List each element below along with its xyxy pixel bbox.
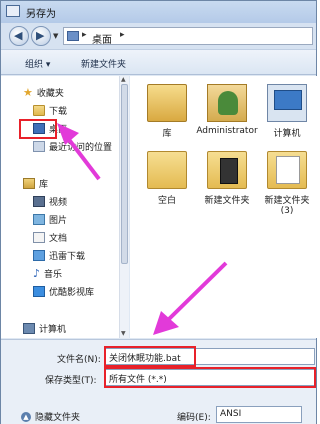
video-icon <box>33 196 45 207</box>
star-icon: ★ <box>23 86 33 99</box>
nav-item-label: 库 <box>39 180 49 190</box>
folder-icon <box>147 151 187 189</box>
organize-button[interactable]: 组织 ▾ <box>25 57 50 70</box>
computer-icon <box>267 84 307 122</box>
document-icon <box>33 232 45 243</box>
nav-item-label: 计算机 <box>39 325 67 335</box>
window-title: 另存为 <box>26 9 56 20</box>
filename-label: 文件名(N): <box>57 355 101 365</box>
nav-scrollbar[interactable]: ▲ ▼ <box>119 76 129 338</box>
nav-item-thunder-downloads[interactable]: 迅雷下载 <box>33 248 85 263</box>
file-label: Administrator <box>196 126 258 136</box>
hide-folders-button[interactable]: ▲ 隐藏文件夹 <box>21 410 80 423</box>
file-item-administrator[interactable]: Administrator <box>196 84 258 136</box>
nav-item-computer[interactable]: 计算机 <box>23 321 66 336</box>
nav-item-pictures[interactable]: 图片 <box>33 212 67 227</box>
address-separator[interactable]: ▸ <box>82 30 87 40</box>
recent-pages-dropdown-icon[interactable]: ▼ <box>53 32 58 40</box>
scroll-up-icon[interactable]: ▲ <box>121 76 126 83</box>
address-row: ◀ ▶ ▼ ▸ 桌面 ▸ <box>1 23 316 49</box>
nav-item-label: 视频 <box>49 198 68 208</box>
folder-icon <box>267 151 307 189</box>
nav-item-documents[interactable]: 文档 <box>33 230 67 245</box>
picture-icon <box>33 214 45 225</box>
file-item-computer[interactable]: 计算机 <box>256 84 318 139</box>
filetype-highlight-box <box>104 367 316 388</box>
nav-item-label: 图片 <box>49 216 68 226</box>
back-button[interactable]: ◀ <box>9 26 29 46</box>
download-folder-icon <box>33 105 45 116</box>
collapse-arrow-icon: ▲ <box>21 411 31 422</box>
address-location[interactable]: 桌面 <box>92 31 112 46</box>
file-item-blank[interactable]: 空白 <box>136 151 198 206</box>
nav-item-videos[interactable]: 视频 <box>33 194 67 209</box>
file-item-libraries[interactable]: 库 <box>136 84 198 139</box>
hide-folders-label: 隐藏文件夹 <box>35 413 81 423</box>
toolbar: 组织 ▾ 新建文件夹 <box>1 49 316 75</box>
file-label: 计算机 <box>273 129 301 139</box>
nav-item-label: 收藏夹 <box>36 89 64 99</box>
thunder-download-icon <box>33 250 45 261</box>
back-arrow-icon: ◀ <box>14 29 23 42</box>
youku-icon <box>33 286 45 297</box>
filetype-label: 保存类型(T): <box>45 376 97 386</box>
forward-arrow-icon: ▶ <box>36 29 45 42</box>
file-label: 库 <box>162 129 172 139</box>
nav-item-downloads[interactable]: 下载 <box>33 103 67 118</box>
user-folder-icon <box>207 84 247 122</box>
music-icon: ♪ <box>33 267 41 280</box>
encoding-select[interactable]: ANSI <box>216 406 302 423</box>
recent-places-icon <box>33 141 45 152</box>
nav-item-recent-places[interactable]: 最近访问的位置 <box>33 139 112 154</box>
file-label: 新建文件夹 <box>204 196 250 206</box>
nav-item-label: 优酷影视库 <box>49 288 95 298</box>
address-bar[interactable]: ▸ 桌面 ▸ <box>63 27 313 46</box>
library-icon <box>23 178 35 189</box>
nav-item-youku[interactable]: 优酷影视库 <box>33 284 94 299</box>
scroll-down-icon[interactable]: ▼ <box>121 330 126 337</box>
file-item-new-folder-3[interactable]: 新建文件夹 (3) <box>256 151 318 216</box>
scrollbar-thumb[interactable] <box>121 84 128 264</box>
nav-item-music[interactable]: ♪ 音乐 <box>33 266 62 281</box>
file-item-new-folder[interactable]: 新建文件夹 <box>196 151 258 206</box>
computer-icon <box>23 323 35 334</box>
nav-item-label: 音乐 <box>44 270 63 280</box>
file-label: 空白 <box>157 196 176 206</box>
nav-item-libraries[interactable]: 库 <box>23 176 48 191</box>
folder-icon <box>207 151 247 189</box>
navigation-pane: ★ 收藏夹 下载 桌面 最近访问的位置 库 视频 图片 文档 迅雷下载 ♪ 音乐… <box>1 76 129 338</box>
new-folder-button[interactable]: 新建文件夹 <box>81 57 126 70</box>
nav-item-label: 下载 <box>49 107 68 117</box>
encoding-label: 编码(E): <box>177 413 211 423</box>
desktop-highlight-box <box>19 119 57 139</box>
nav-item-favorites[interactable]: ★ 收藏夹 <box>23 85 64 100</box>
save-options-panel: 文件名(N): 关闭休眠功能.bat 保存类型(T): 所有文件 (*.*) ▲… <box>1 339 316 424</box>
forward-button[interactable]: ▶ <box>31 26 51 46</box>
save-as-dialog: 另存为 ◀ ▶ ▼ ▸ 桌面 ▸ 组织 ▾ 新建文件夹 ★ 收藏夹 下载 桌面 <box>0 0 318 424</box>
nav-item-label: 最近访问的位置 <box>49 143 113 153</box>
library-icon <box>147 84 187 122</box>
desktop-icon <box>67 31 79 41</box>
title-bar: 另存为 <box>1 1 316 23</box>
file-label: 新建文件夹 (3) <box>264 196 310 216</box>
nav-item-label: 迅雷下载 <box>49 252 86 262</box>
notepad-icon <box>6 5 20 17</box>
nav-item-label: 文档 <box>49 234 68 244</box>
file-list: 库 Administrator 计算机 空白 新建文件夹 新建文件夹 (3) <box>130 76 318 338</box>
filename-highlight-box <box>104 346 196 367</box>
address-chevron-icon[interactable]: ▸ <box>120 30 125 40</box>
